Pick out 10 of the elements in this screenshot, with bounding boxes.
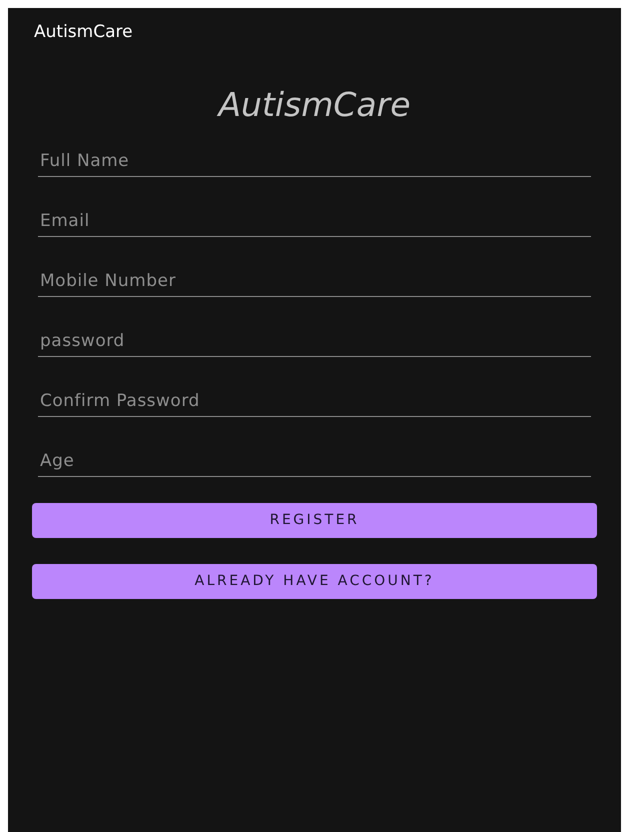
input-field[interactable]: Full Name [38, 136, 591, 176]
action-button[interactable]: ALREADY HAVE ACCOUNT? [32, 564, 597, 598]
input-field[interactable]: Mobile Number [38, 256, 591, 296]
app-title: AutismCare [34, 21, 133, 44]
app-heading: AutismCare [218, 84, 411, 126]
input-field[interactable]: Email [38, 196, 591, 236]
input-field[interactable]: Age [38, 436, 591, 476]
input-field[interactable]: password [38, 316, 591, 356]
action-button[interactable]: REGISTER [32, 502, 597, 538]
input-field[interactable]: Confirm Password [38, 376, 591, 416]
